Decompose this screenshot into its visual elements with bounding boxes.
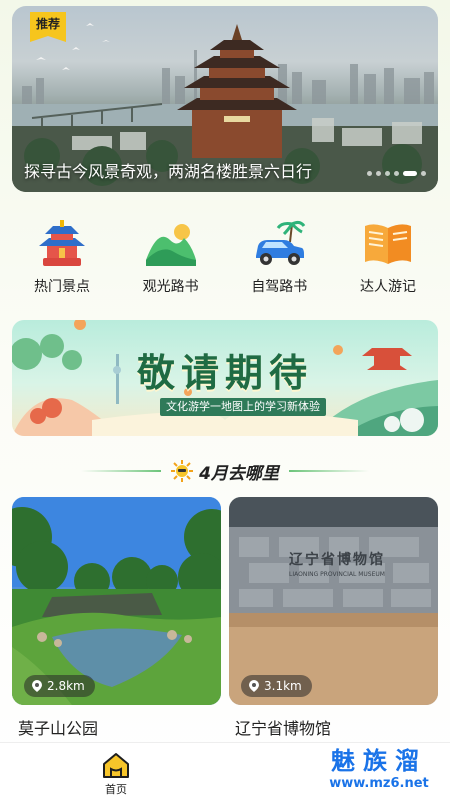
distance-text: 2.8km: [47, 679, 85, 693]
carousel-dot: [376, 171, 381, 176]
carousel-dot: [394, 171, 399, 176]
museum-sign-cn: 辽宁省博物馆: [289, 552, 385, 568]
place-name: 辽宁省博物馆: [235, 719, 332, 738]
section-divider-left: [81, 470, 162, 472]
car-icon: [256, 220, 306, 265]
quick-nav: 热门景点 观光路书 自驾路书 达人游记: [12, 218, 438, 298]
place-name: 莫子山公园: [18, 719, 99, 738]
temple-icon: [39, 220, 85, 266]
nav-sightseeing-guide-label: 观光路书: [142, 279, 199, 295]
distance-text: 3.1km: [264, 679, 302, 693]
section-header: 4月去哪里: [0, 458, 450, 484]
distance-badge: 2.8km: [24, 675, 95, 697]
mountain-icon: [145, 224, 196, 266]
watermark-text: 魅族溜: [331, 747, 427, 775]
carousel-dot-active: [403, 171, 417, 176]
bottom-tab-bar: 首页 魅族溜 www.mz6.net: [0, 742, 450, 800]
carousel-dot: [367, 171, 372, 176]
hero-banner[interactable]: 推荐 探寻古今风景奇观，两湖名楼胜景六日行: [12, 6, 438, 192]
nav-sightseeing-guide[interactable]: 观光路书: [121, 218, 221, 298]
nav-driving-guide-label: 自驾路书: [251, 279, 308, 295]
section-title: 4月去哪里: [199, 463, 279, 484]
watermark: 魅族溜 www.mz6.net: [312, 747, 446, 800]
promo-subtitle: 文化游学一地图上的学习新体验: [160, 398, 326, 416]
location-pin-icon: [249, 680, 259, 692]
place-card[interactable]: 辽宁省博物馆 LIAONING PROVINCIAL MUSEUM 3.1km …: [229, 497, 438, 739]
nav-travel-notes[interactable]: 达人游记: [338, 218, 438, 298]
carousel-indicator: [367, 171, 426, 176]
hero-caption: 探寻古今风景奇观，两湖名楼胜景六日行: [24, 162, 313, 181]
sun-icon: [171, 460, 194, 482]
distance-badge: 3.1km: [241, 675, 312, 697]
place-photo: [229, 497, 438, 705]
nav-hot-spots-label: 热门景点: [34, 279, 90, 295]
carousel-dot: [385, 171, 390, 176]
home-icon: [103, 753, 129, 778]
tab-home-label: 首页: [105, 783, 127, 796]
place-card[interactable]: 2.8km 莫子山公园: [12, 497, 221, 739]
watermark-url: www.mz6.net: [329, 776, 429, 791]
place-photo: [12, 497, 221, 705]
nav-travel-notes-label: 达人游记: [359, 279, 416, 295]
book-icon: [364, 224, 411, 264]
museum-sign-en: LIAONING PROVINCIAL MUSEUM: [289, 571, 385, 578]
nav-driving-guide[interactable]: 自驾路书: [229, 218, 329, 298]
promo-title: 敬请期待: [136, 350, 313, 395]
carousel-dot: [421, 171, 426, 176]
tab-home[interactable]: 首页: [92, 751, 140, 797]
location-pin-icon: [32, 680, 42, 692]
nav-hot-spots[interactable]: 热门景点: [12, 218, 112, 298]
section-divider-right: [288, 470, 369, 472]
promo-banner[interactable]: 敬请期待 文化游学一地图上的学习新体验: [12, 320, 438, 436]
